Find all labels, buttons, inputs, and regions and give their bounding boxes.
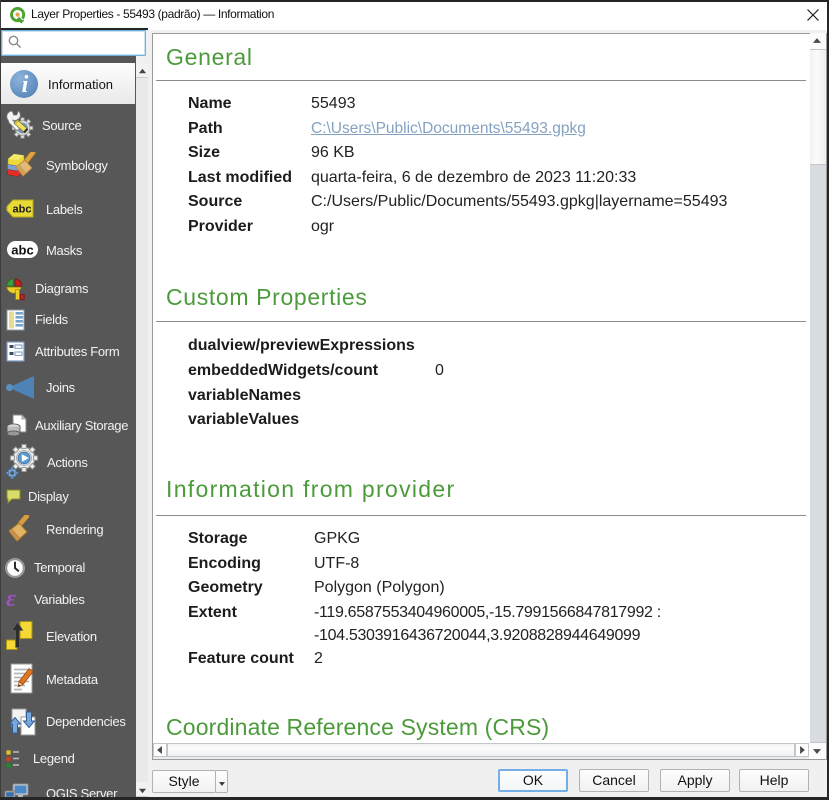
svg-text:abc: abc <box>11 243 33 258</box>
svg-text:abc: abc <box>13 204 32 216</box>
svg-text:i: i <box>22 72 29 98</box>
